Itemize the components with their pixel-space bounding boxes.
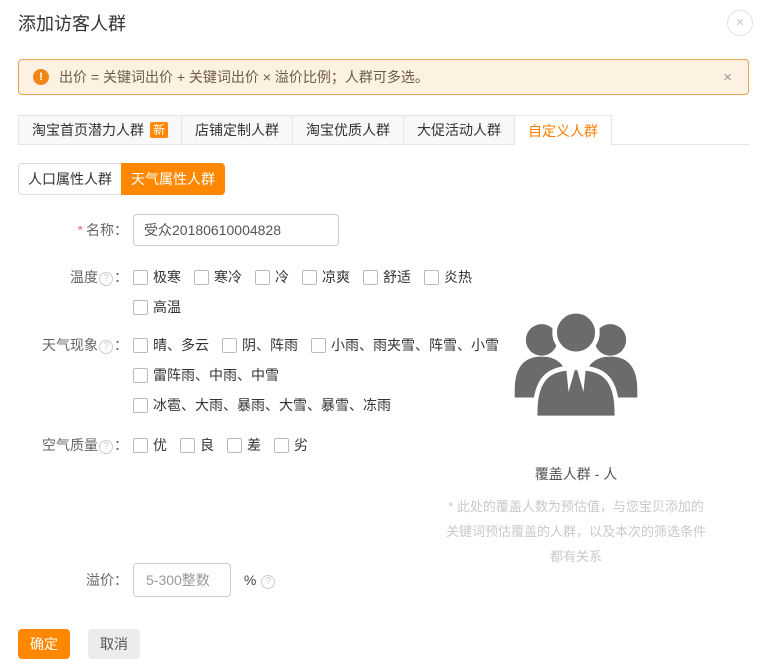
checkbox-option[interactable]: 劣 [274,435,308,455]
temperature-options-row-1: 极寒 寒冷 冷 凉爽 舒适 炎热 [133,267,472,287]
checkbox-icon[interactable] [311,338,326,353]
checkbox-option[interactable]: 阴、阵雨 [222,335,298,355]
tab-label: 淘宝优质人群 [306,116,390,144]
subtab-demographic[interactable]: 人口属性人群 [18,163,122,195]
checkbox-option[interactable]: 高温 [133,297,181,317]
help-icon[interactable]: ? [99,272,113,286]
checkbox-icon[interactable] [133,368,148,383]
help-icon[interactable]: ? [99,340,113,354]
tab-taobao-premium[interactable]: 淘宝优质人群 [292,115,404,144]
checkbox-icon[interactable] [133,438,148,453]
dialog-header: 添加访客人群 × [18,12,749,36]
dialog-footer: 确定 取消 [18,629,749,659]
checkbox-option[interactable]: 良 [180,435,214,455]
checkbox-icon[interactable] [222,338,237,353]
checkbox-option[interactable]: 舒适 [363,267,411,287]
tab-promo-event[interactable]: 大促活动人群 [403,115,515,144]
checkbox-icon[interactable] [363,270,378,285]
checkbox-icon[interactable] [302,270,317,285]
checkbox-icon[interactable] [274,438,289,453]
people-group-icon [511,300,641,418]
tab-label: 大促活动人群 [417,116,501,144]
checkbox-icon[interactable] [133,398,148,413]
coverage-note: * 此处的覆盖人数为预估值，与您宝贝添加的关键词预估覆盖的人群，以及本次的筛选条… [445,494,707,569]
checkbox-icon[interactable] [133,270,148,285]
page-title: 添加访客人群 [18,12,749,36]
weather-phenomenon-label: 天气现象?： [18,335,128,355]
premium-label: 溢价： [18,563,128,597]
audience-tabs: 淘宝首页潜力人群 新 店铺定制人群 淘宝优质人群 大促活动人群 自定义人群 [18,115,749,145]
name-label: *名称： [18,214,128,246]
checkbox-icon[interactable] [180,438,195,453]
temperature-label: 温度?： [18,267,128,287]
checkbox-option[interactable]: 极寒 [133,267,181,287]
checkbox-icon[interactable] [133,338,148,353]
tab-custom-audience[interactable]: 自定义人群 [514,115,612,145]
audience-name-input[interactable] [133,214,339,246]
bid-notice-text: 出价 = 关键词出价 + 关键词出价 × 溢价比例；人群可多选。 [59,67,721,87]
banner-close-icon[interactable]: × [721,69,734,86]
coverage-caption: 覆盖人群 - 人 [445,464,707,484]
checkbox-icon[interactable] [194,270,209,285]
cancel-button[interactable]: 取消 [88,629,140,659]
close-icon: × [736,14,745,31]
checkbox-option[interactable]: 晴、多云 [133,335,209,355]
custom-audience-subtabs: 人口属性人群 天气属性人群 [18,163,225,195]
checkbox-option[interactable]: 冰雹、大雨、暴雨、大雪、暴雪、冻雨 [133,395,391,415]
checkbox-option[interactable]: 雷阵雨、中雨、中雪 [133,365,279,385]
confirm-button[interactable]: 确定 [18,629,70,659]
percent-unit: % [244,572,256,588]
checkbox-option[interactable]: 冷 [255,267,289,287]
new-badge: 新 [150,122,168,138]
air-quality-label: 空气质量?： [18,435,128,455]
checkbox-option[interactable]: 凉爽 [302,267,350,287]
checkbox-option[interactable]: 优 [133,435,167,455]
help-icon[interactable]: ? [99,440,113,454]
name-row: *名称： [18,214,749,246]
tab-taobao-homepage-potential[interactable]: 淘宝首页潜力人群 新 [18,115,182,144]
coverage-panel: 覆盖人群 - 人 * 此处的覆盖人数为预估值，与您宝贝添加的关键词预估覆盖的人群… [445,300,707,569]
tab-label: 自定义人群 [528,117,598,145]
checkbox-icon[interactable] [227,438,242,453]
required-mark: * [78,222,83,238]
help-icon[interactable]: ? [261,575,275,589]
checkbox-icon[interactable] [424,270,439,285]
checkbox-icon[interactable] [255,270,270,285]
dialog-close-icon[interactable]: × [727,10,753,36]
add-visitor-audience-dialog: 添加访客人群 × ! 出价 = 关键词出价 + 关键词出价 × 溢价比例；人群可… [0,0,767,663]
air-quality-options: 优 良 差 劣 [133,435,308,455]
bid-notice-banner: ! 出价 = 关键词出价 + 关键词出价 × 溢价比例；人群可多选。 × [18,59,749,95]
subtab-weather[interactable]: 天气属性人群 [121,163,225,195]
premium-input[interactable] [133,563,231,597]
tab-shop-custom[interactable]: 店铺定制人群 [181,115,293,144]
checkbox-icon[interactable] [133,300,148,315]
tab-label: 淘宝首页潜力人群 [32,116,144,144]
warning-icon: ! [33,69,49,85]
tab-label: 店铺定制人群 [195,116,279,144]
checkbox-option[interactable]: 差 [227,435,261,455]
temperature-options-row-2: 高温 [133,297,472,317]
checkbox-option[interactable]: 炎热 [424,267,472,287]
checkbox-option[interactable]: 寒冷 [194,267,242,287]
